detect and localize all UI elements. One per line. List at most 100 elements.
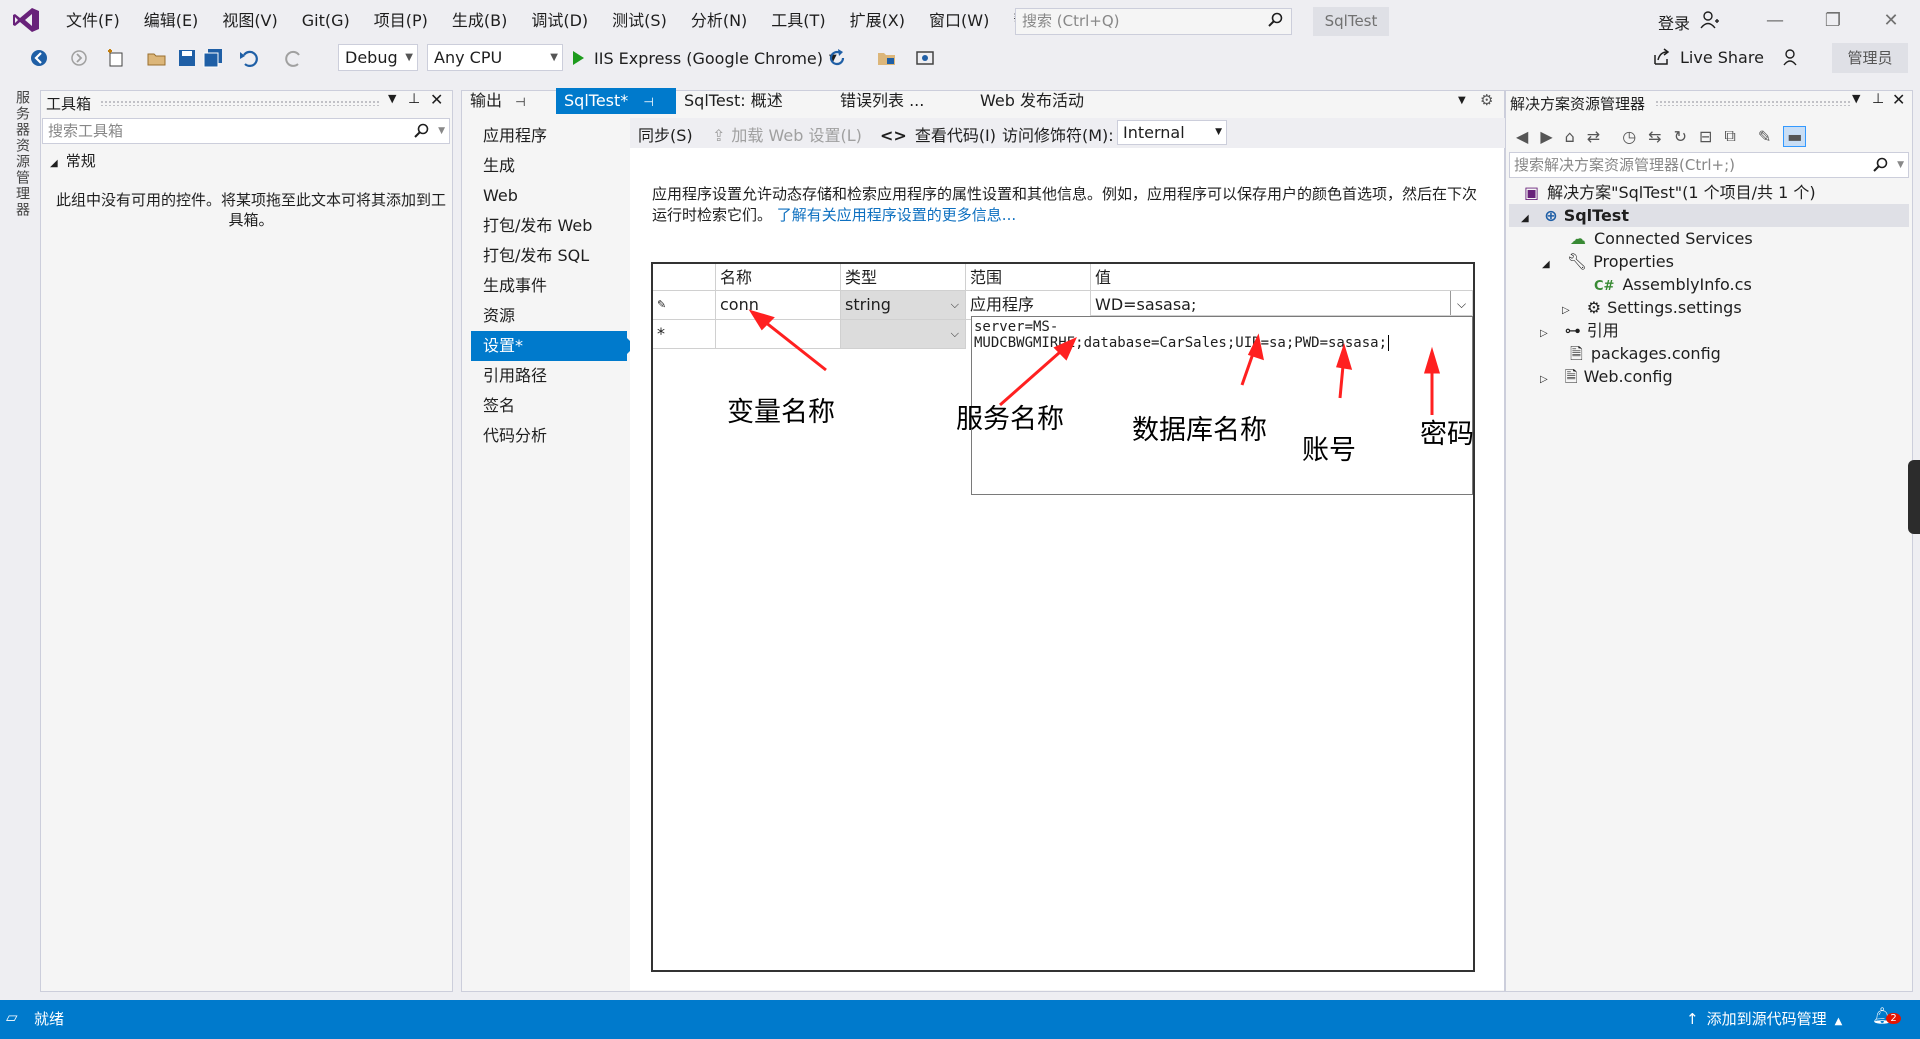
feedback-icon[interactable]	[1782, 47, 1802, 67]
close-icon[interactable]: ✕	[430, 90, 443, 109]
wrench-properties-icon[interactable]: ✎	[1758, 127, 1771, 146]
menu-tools[interactable]: 工具(T)	[759, 0, 837, 42]
global-search-input[interactable]: 搜索 (Ctrl+Q)	[1015, 8, 1292, 35]
column-header-name[interactable]: 名称	[716, 264, 841, 291]
panel-grip[interactable]	[100, 100, 380, 106]
dropdown-icon[interactable]: ▼	[388, 92, 396, 105]
nav-signing[interactable]: 签名	[483, 391, 515, 421]
add-to-source-control-button[interactable]: ↑ 添加到源代码管理 ▲	[1686, 1008, 1842, 1029]
setting-name-cell[interactable]: conn	[716, 291, 841, 320]
open-file-icon[interactable]	[146, 47, 168, 69]
minimize-window-icon[interactable]: —	[1762, 8, 1788, 34]
pending-changes-icon[interactable]: ◷	[1622, 127, 1636, 146]
menu-project[interactable]: 项目(P)	[362, 0, 440, 42]
menu-extensions[interactable]: 扩展(X)	[838, 0, 917, 42]
start-debugging-button[interactable]: IIS Express (Google Chrome) ▼	[573, 46, 837, 70]
nav-resources[interactable]: 资源	[483, 301, 515, 331]
switch-views-icon[interactable]: ⇄	[1587, 127, 1600, 146]
right-edge-scroll-handle[interactable]	[1908, 460, 1920, 534]
sync-button[interactable]: 同步(S)	[638, 122, 693, 146]
tree-settings-settings[interactable]: ▷ ⚙ Settings.settings	[1562, 296, 1742, 319]
sign-in-link[interactable]: 登录	[1658, 10, 1690, 34]
restore-window-icon[interactable]: ❐	[1820, 8, 1846, 34]
tab-web-publish-activity[interactable]: Web 发布活动	[972, 88, 1092, 114]
nav-code-analysis[interactable]: 代码分析	[483, 421, 547, 451]
new-setting-type-select[interactable]: ⌵	[841, 320, 966, 349]
save-all-icon[interactable]	[202, 47, 224, 69]
menu-edit[interactable]: 编辑(E)	[132, 0, 211, 42]
status-output-icon[interactable]: ▱	[6, 1008, 18, 1026]
new-setting-name-cell[interactable]	[716, 320, 841, 349]
nav-package-publish-sql[interactable]: 打包/发布 SQL	[483, 241, 589, 271]
close-window-icon[interactable]: ✕	[1878, 8, 1904, 34]
tree-connected-services[interactable]: ☁ Connected Services	[1570, 227, 1753, 250]
toolbox-group-general[interactable]: ◢ 常规	[50, 150, 96, 171]
solution-explorer-search-input[interactable]: 搜索解决方案资源管理器(Ctrl+;) ▼	[1509, 152, 1909, 178]
toolbox-search-input[interactable]: 搜索工具箱 ▼	[42, 118, 450, 144]
nav-reference-paths[interactable]: 引用路径	[483, 361, 547, 391]
preview-selected-icon[interactable]: ▬	[1783, 125, 1807, 147]
panel-grip[interactable]	[1655, 100, 1850, 106]
column-header-value[interactable]: 值	[1091, 264, 1473, 291]
nav-settings[interactable]: 设置*	[471, 331, 627, 361]
live-share-button[interactable]: Live Share	[1652, 47, 1764, 67]
dropdown-icon[interactable]: ▼	[1852, 92, 1860, 105]
tree-web-config[interactable]: ▷ 🗎︎ Web.config	[1540, 365, 1673, 388]
browse-folder-icon[interactable]	[876, 47, 898, 69]
menu-test[interactable]: 测试(S)	[600, 0, 679, 42]
undo-icon[interactable]	[238, 47, 260, 69]
save-icon[interactable]	[176, 47, 198, 69]
home-icon[interactable]: ⌂	[1565, 127, 1575, 146]
menu-build[interactable]: 生成(B)	[440, 0, 519, 42]
solution-configuration-select[interactable]: Debug ▼	[338, 44, 418, 71]
tab-overflow-dropdown-icon[interactable]: ▼	[1458, 95, 1466, 106]
show-all-files-icon[interactable]: ⧉	[1724, 126, 1735, 146]
refresh-icon[interactable]: ↻	[1674, 127, 1687, 146]
collapse-all-icon[interactable]: ⊟	[1699, 127, 1712, 146]
column-header-type[interactable]: 类型	[841, 264, 966, 291]
tree-project-sqltest[interactable]: ◢ ⊕ SqlTest	[1509, 204, 1909, 227]
nav-build[interactable]: 生成	[483, 151, 515, 181]
learn-more-link[interactable]: 了解有关应用程序设置的更多信息...	[777, 206, 1016, 224]
menu-view[interactable]: 视图(V)	[210, 0, 289, 42]
tree-references[interactable]: ▷ ⊶ 引用	[1540, 319, 1619, 342]
setting-type-select[interactable]: string ⌵	[841, 291, 966, 320]
tab-output[interactable]: 输出 ⊣	[462, 88, 534, 114]
refresh-browser-icon[interactable]	[826, 47, 848, 69]
pin-icon[interactable]: ⊥	[408, 91, 420, 107]
pin-icon[interactable]: ⊥	[1872, 91, 1884, 107]
tab-sqltest-properties[interactable]: SqlTest* ⊣ ✕	[556, 88, 676, 137]
close-icon[interactable]: ✕	[1892, 90, 1905, 109]
tree-solution[interactable]: ▣ 解决方案"SqlTest"(1 个项目/共 1 个)	[1524, 181, 1816, 204]
notifications-button[interactable]: 🔔︎2	[1872, 1006, 1901, 1025]
menu-file[interactable]: 文件(F)	[54, 0, 132, 42]
view-code-button[interactable]: <> 查看代码(I)	[880, 122, 996, 146]
tree-properties[interactable]: ◢ 🔧︎ Properties	[1542, 250, 1674, 273]
access-modifier-select[interactable]: Internal ▼	[1117, 120, 1227, 145]
menu-git[interactable]: Git(G)	[290, 0, 362, 42]
pin-icon[interactable]: ⊣	[643, 95, 653, 109]
gear-icon[interactable]: ⚙	[1480, 91, 1493, 109]
tree-packages-config[interactable]: 🗎︎ packages.config	[1570, 342, 1721, 365]
nav-application[interactable]: 应用程序	[483, 121, 547, 151]
setting-value-cell[interactable]: WD=sasasa; ⌵	[1091, 291, 1473, 316]
screenshot-icon[interactable]	[914, 47, 936, 69]
solution-platform-select[interactable]: Any CPU ▼	[427, 44, 563, 71]
column-header-scope[interactable]: 范围	[966, 264, 1091, 291]
load-web-settings-button[interactable]: ⇪ 加载 Web 设置(L)	[712, 122, 862, 146]
forward-icon[interactable]: ▶	[1540, 127, 1552, 146]
navigate-forward-icon[interactable]	[68, 47, 90, 69]
nav-web[interactable]: Web	[483, 181, 518, 211]
sync-icon[interactable]: ⇆	[1648, 127, 1661, 146]
tree-assemblyinfo[interactable]: C# AssemblyInfo.cs	[1594, 273, 1752, 296]
value-dropdown-button[interactable]: ⌵	[1450, 291, 1472, 315]
server-explorer-tab[interactable]: 服务器资源管理器	[12, 90, 32, 218]
back-icon[interactable]: ◀	[1516, 127, 1528, 146]
nav-build-events[interactable]: 生成事件	[483, 271, 547, 301]
redo-icon[interactable]	[283, 47, 305, 69]
menu-debug[interactable]: 调试(D)	[519, 0, 600, 42]
menu-window[interactable]: 窗口(W)	[917, 0, 1001, 42]
tab-error-list[interactable]: 错误列表 ...	[832, 88, 932, 114]
tab-sqltest-overview[interactable]: SqlTest: 概述	[676, 88, 791, 114]
nav-package-publish-web[interactable]: 打包/发布 Web	[483, 211, 592, 241]
